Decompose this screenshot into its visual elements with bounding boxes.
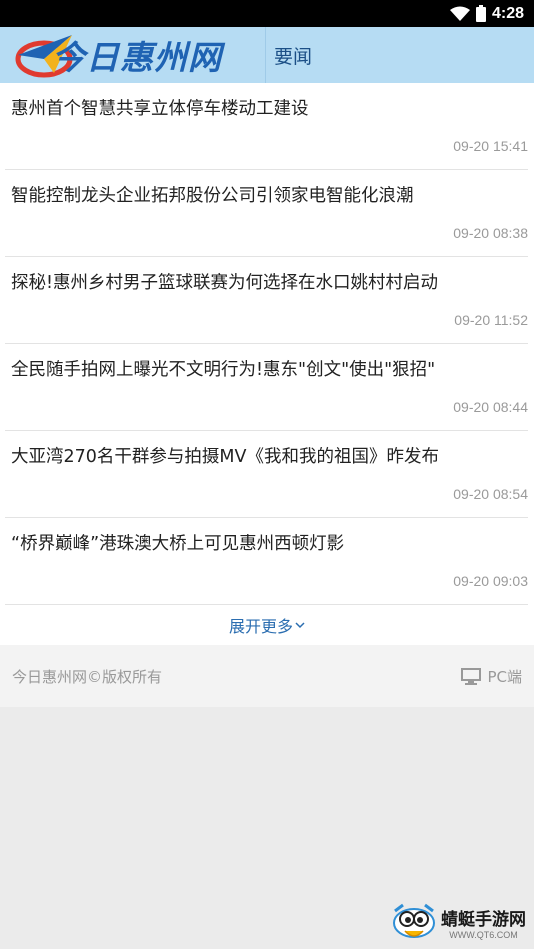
news-time: 09-20 08:38 xyxy=(453,225,528,241)
watermark: 蜻蜓手游网 WWW.QT6.COM xyxy=(391,901,526,943)
news-item[interactable]: 智能控制龙头企业拓邦股份公司引领家电智能化浪潮 09-20 08:38 xyxy=(5,170,528,257)
news-time: 09-20 11:52 xyxy=(454,312,528,328)
pc-version-link[interactable]: PC端 xyxy=(461,666,522,687)
battery-icon xyxy=(475,5,486,22)
news-time: 09-20 09:03 xyxy=(453,573,528,589)
load-more-button[interactable]: 展开更多 xyxy=(0,605,534,645)
news-title: 大亚湾270名干群参与拍摄MV《我和我的祖国》昨发布 xyxy=(11,447,439,467)
pc-version-label: PC端 xyxy=(487,667,522,686)
footer: 今日惠州网©版权所有 PC端 xyxy=(0,645,534,707)
copyright-text: 今日惠州网©版权所有 xyxy=(12,667,163,686)
news-item[interactable]: 全民随手拍网上曝光不文明行为!惠东"创文"使出"狠招" 09-20 08:44 xyxy=(5,344,528,431)
news-title: 智能控制龙头企业拓邦股份公司引领家电智能化浪潮 xyxy=(11,186,414,206)
status-time: 4:28 xyxy=(491,4,524,22)
news-item[interactable]: 惠州首个智慧共享立体停车楼动工建设 09-20 15:41 xyxy=(5,83,528,170)
news-list: 惠州首个智慧共享立体停车楼动工建设 09-20 15:41 智能控制龙头企业拓邦… xyxy=(0,83,534,605)
watermark-name: 蜻蜓手游网 xyxy=(441,909,526,930)
load-more-label: 展开更多 xyxy=(228,617,293,636)
dragonfly-mascot-icon xyxy=(393,903,435,938)
news-title: “桥界巅峰”港珠澳大桥上可见惠州西顿灯影 xyxy=(11,534,345,554)
news-item[interactable]: 探秘!惠州乡村男子篮球联赛为何选择在水口姚村村启动 09-20 11:52 xyxy=(5,257,528,344)
monitor-icon xyxy=(461,667,482,685)
logo-text: 今日惠州网 xyxy=(52,39,222,76)
news-time: 09-20 08:54 xyxy=(453,486,528,502)
news-time: 09-20 08:44 xyxy=(453,399,528,415)
news-title: 惠州首个智慧共享立体停车楼动工建设 xyxy=(11,99,309,119)
chevron-down-icon xyxy=(295,622,305,629)
news-title: 探秘!惠州乡村男子篮球联赛为何选择在水口姚村村启动 xyxy=(11,273,439,293)
news-item[interactable]: 大亚湾270名干群参与拍摄MV《我和我的祖国》昨发布 09-20 08:54 xyxy=(5,431,528,518)
news-time: 09-20 15:41 xyxy=(453,138,528,154)
app-header: 今日惠州网 要闻 xyxy=(0,27,534,83)
site-logo[interactable]: 今日惠州网 xyxy=(0,27,266,83)
news-title: 全民随手拍网上曝光不文明行为!惠东"创文"使出"狠招" xyxy=(11,360,436,380)
news-item[interactable]: “桥界巅峰”港珠澳大桥上可见惠州西顿灯影 09-20 09:03 xyxy=(5,518,528,605)
wifi-icon xyxy=(449,6,470,21)
watermark-url: WWW.QT6.COM xyxy=(449,929,518,940)
section-title: 要闻 xyxy=(274,45,313,68)
status-bar: 4:28 xyxy=(0,0,534,27)
